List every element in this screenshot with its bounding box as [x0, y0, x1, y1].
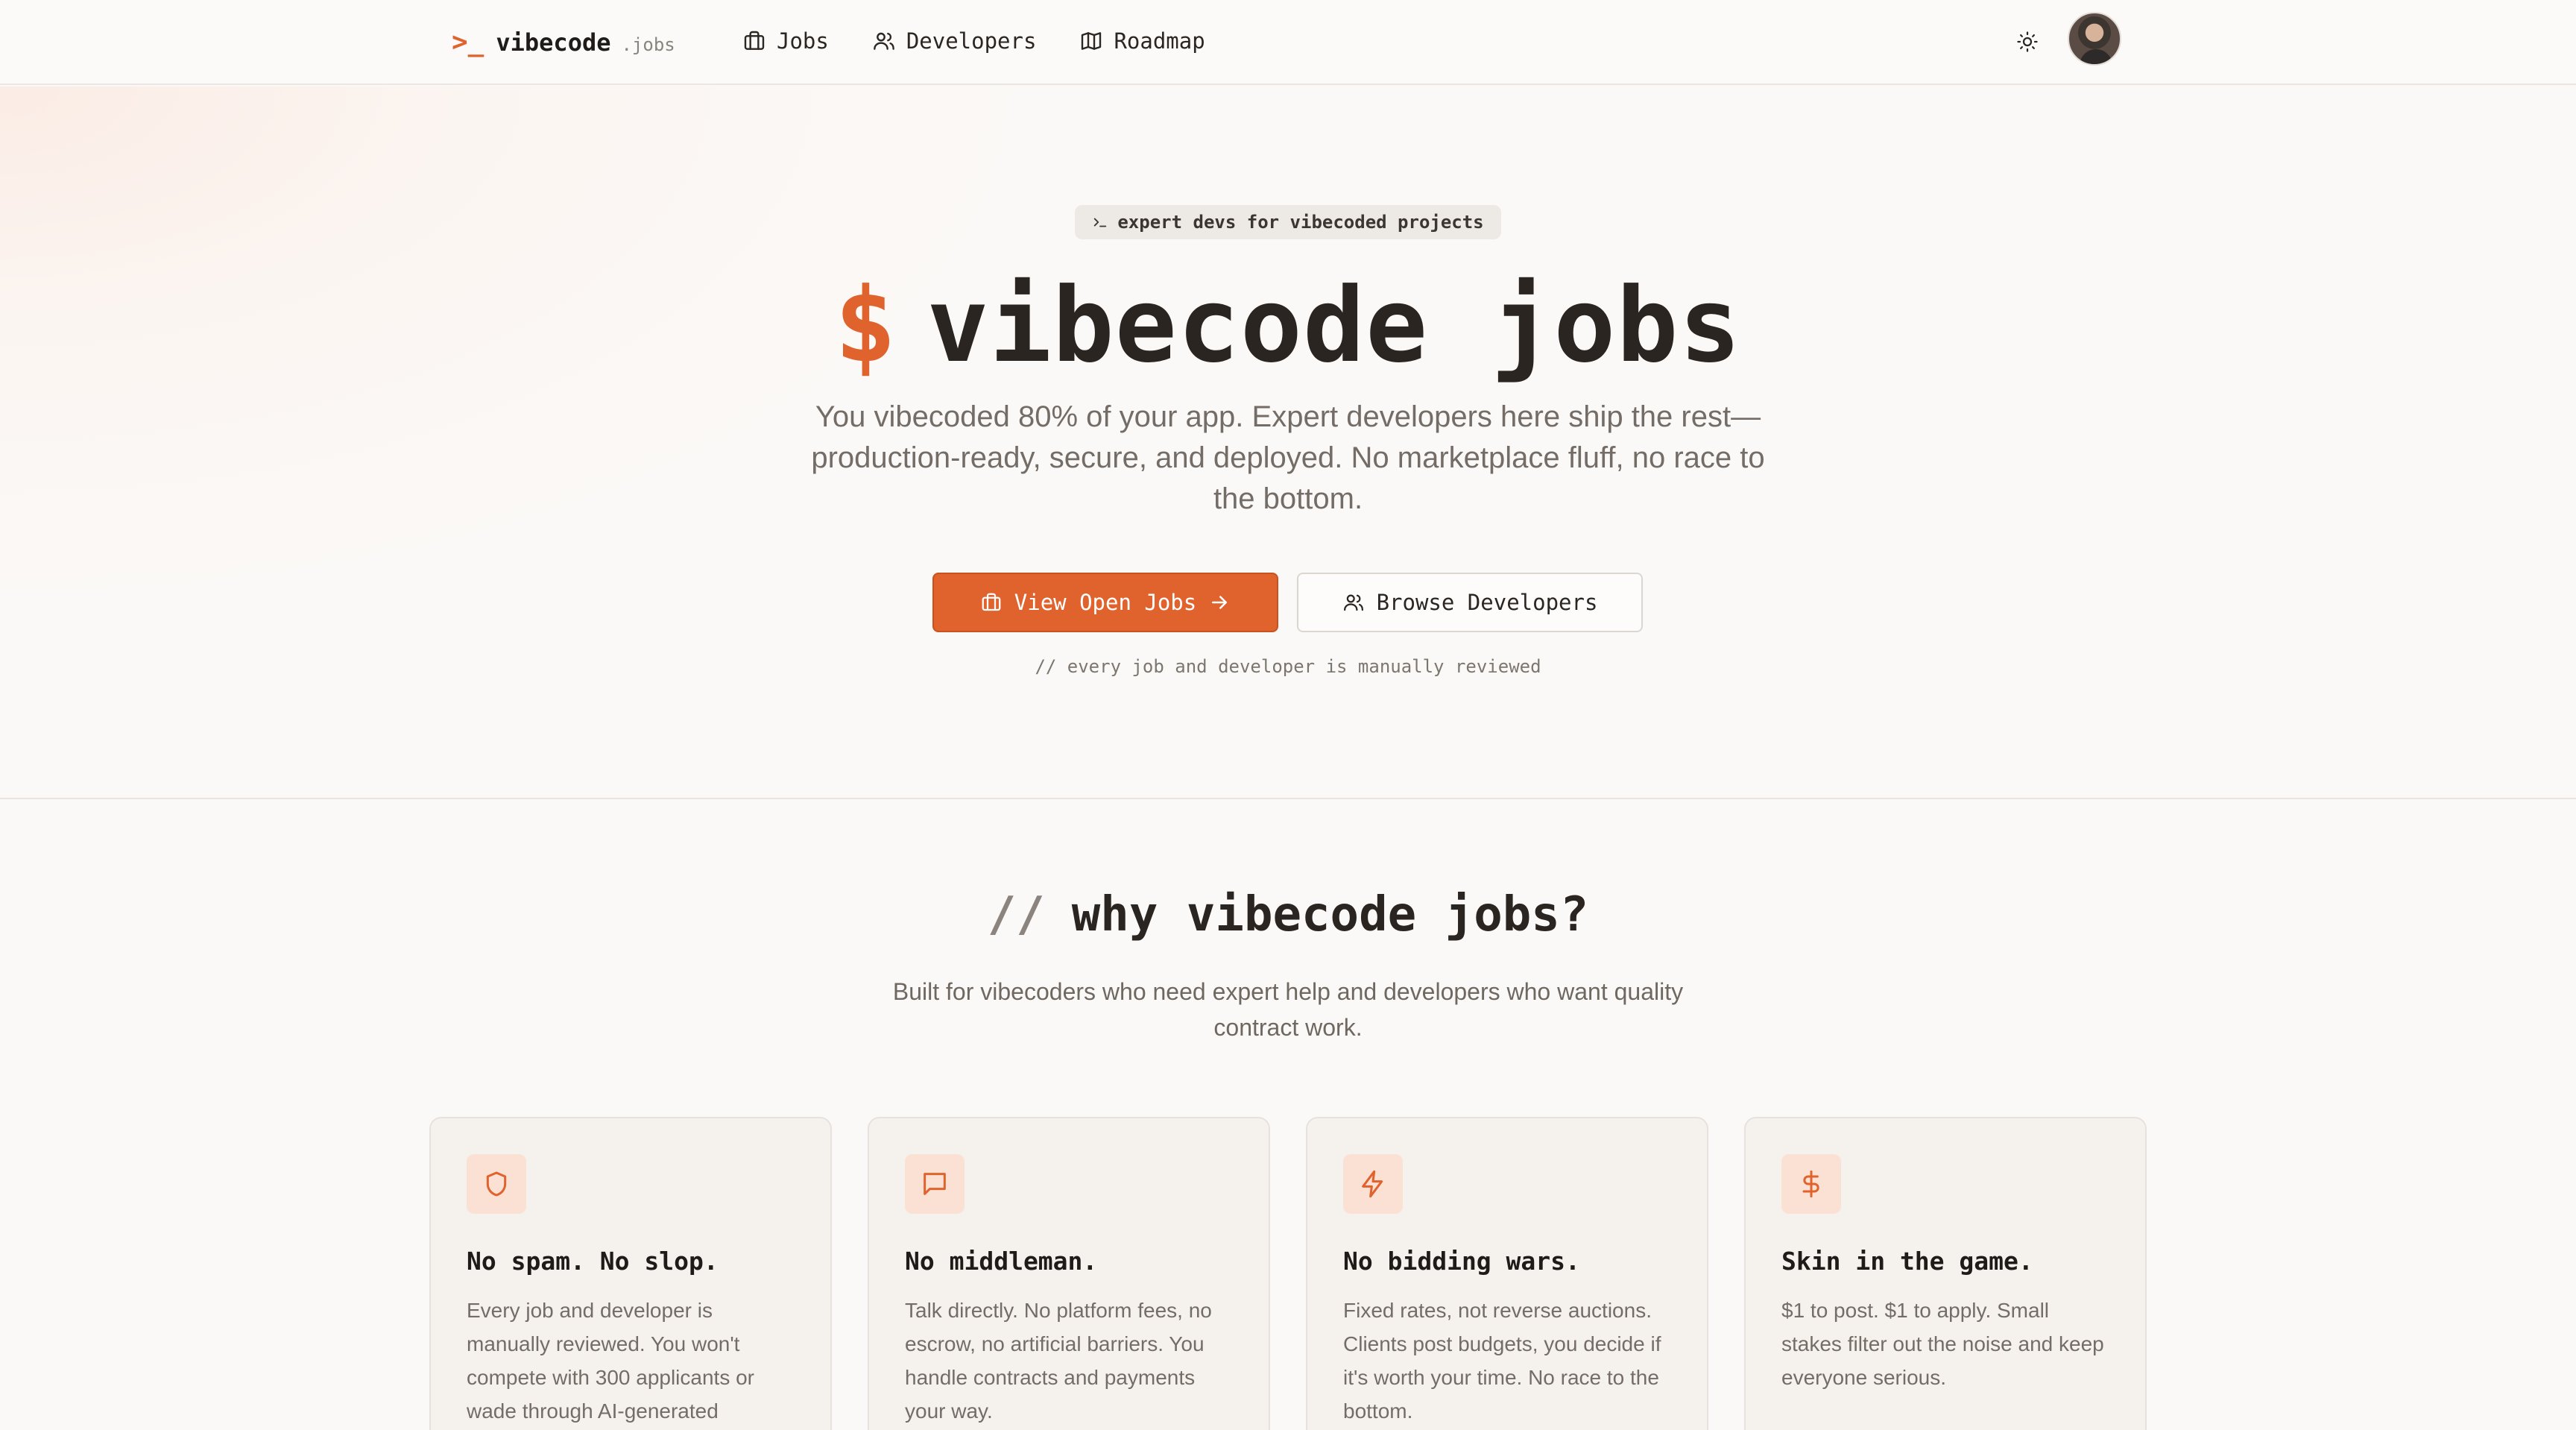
theme-toggle-button[interactable] — [2012, 27, 2042, 57]
feature-icon-box — [467, 1154, 526, 1214]
nav-link-developers[interactable]: Developers — [872, 28, 1037, 54]
feature-text: Talk directly. No platform fees, no escr… — [905, 1299, 1212, 1423]
dollar-sign-icon — [1802, 1170, 1819, 1198]
brand-tld: .jobs — [621, 34, 675, 55]
feature-card: No spam. No slop. Every job and develope… — [429, 1117, 832, 1430]
user-avatar[interactable] — [2068, 12, 2121, 66]
nav-link-jobs[interactable]: Jobs — [742, 28, 829, 54]
top-navigation: >_ vibecode .jobs Jobs Developers Roadma… — [0, 0, 2576, 85]
hero-title: $ vibecode jobs — [0, 265, 2576, 385]
users-icon — [1343, 594, 1363, 611]
arrow-right-icon — [1212, 596, 1228, 609]
nav-link-label: Developers — [906, 28, 1037, 54]
nav-link-label: Jobs — [777, 28, 829, 54]
why-title-text: why vibecode jobs? — [1071, 887, 1589, 942]
feature-cards: No spam. No slop. Every job and develope… — [429, 1117, 2147, 1430]
feature-icon-box — [1343, 1154, 1403, 1214]
shield-icon — [486, 1171, 507, 1197]
terminal-prompt-icon: >_ — [452, 27, 484, 57]
view-open-jobs-button[interactable]: View Open Jobs — [932, 573, 1278, 632]
map-icon — [1082, 32, 1102, 50]
why-section-subtitle: Built for vibecoders who need expert hel… — [892, 978, 1684, 1041]
feature-title: Skin in the game. — [1781, 1247, 2033, 1276]
brand-name: vibecode — [496, 28, 611, 57]
browse-developers-button[interactable]: Browse Developers — [1297, 573, 1643, 632]
feature-text: Every job and developer is manually revi… — [467, 1299, 754, 1423]
hero-title-symbol: $ — [834, 265, 897, 385]
feature-title: No bidding wars. — [1343, 1247, 1580, 1276]
feature-title: No middleman. — [905, 1247, 1098, 1276]
feature-icon-box — [1781, 1154, 1841, 1214]
feature-card: No middleman. Talk directly. No platform… — [868, 1117, 1270, 1430]
hero-subtitle: You vibecoded 80% of your app. Expert de… — [811, 400, 1765, 515]
message-square-icon — [924, 1173, 946, 1195]
sun-icon — [2017, 31, 2038, 52]
feature-title: No spam. No slop. — [467, 1247, 719, 1276]
nav-link-label: Roadmap — [1114, 28, 1205, 54]
briefcase-icon — [744, 31, 765, 50]
zap-icon — [1362, 1170, 1383, 1198]
briefcase-icon — [982, 593, 1001, 611]
hero-section: expert devs for vibecoded projects $ vibe… — [0, 86, 2576, 799]
hero-badge: expert devs for vibecoded projects — [1075, 205, 1501, 239]
hero-badge-text: expert devs for vibecoded projects — [1117, 212, 1484, 233]
view-open-jobs-label: View Open Jobs — [1014, 590, 1197, 615]
nav-links: Jobs Developers Roadmap — [742, 28, 1205, 54]
feature-text: $1 to post. $1 to apply. Small stakes fi… — [1781, 1299, 2104, 1389]
feature-text: Fixed rates, not reverse auctions. Clien… — [1343, 1299, 1661, 1423]
users-icon — [873, 32, 894, 50]
hero-note: // every job and developer is manually r… — [1035, 656, 1541, 677]
browse-developers-label: Browse Developers — [1376, 590, 1598, 615]
feature-card: No bidding wars. Fixed rates, not revers… — [1306, 1117, 1708, 1430]
feature-icon-box — [905, 1154, 965, 1214]
why-title-prefix: // — [987, 887, 1045, 942]
feature-card: Skin in the game. $1 to post. $1 to appl… — [1744, 1117, 2147, 1430]
terminal-icon — [1094, 218, 1107, 227]
brand-logo[interactable]: >_ vibecode .jobs — [452, 27, 675, 57]
nav-link-roadmap[interactable]: Roadmap — [1079, 28, 1205, 54]
hero-title-text: vibecode jobs — [926, 265, 1742, 385]
why-section-title: // why vibecode jobs? — [0, 887, 2576, 942]
